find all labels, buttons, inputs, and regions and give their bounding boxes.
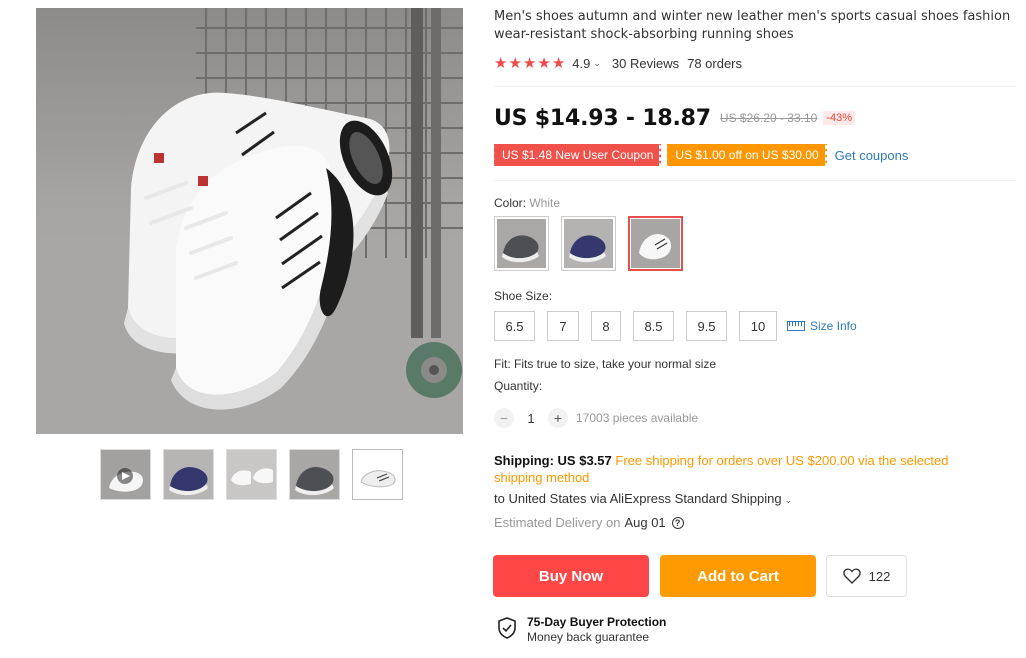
star-icon: ★: [551, 54, 566, 72]
size-options: 6.5 7 8 8.5 9.5 10 Size Info: [494, 311, 857, 341]
size-option[interactable]: 7: [547, 311, 579, 341]
color-option-white[interactable]: [628, 216, 683, 271]
color-label: Color: White: [494, 196, 560, 210]
ruler-icon: [787, 321, 805, 331]
size-option[interactable]: 8: [591, 311, 621, 341]
thumbnail-navy[interactable]: [163, 449, 214, 500]
protection-title: 75-Day Buyer Protection: [527, 615, 667, 629]
thumbnail-gray[interactable]: [289, 449, 340, 500]
divider: [494, 180, 1016, 181]
color-options: [494, 216, 683, 271]
question-icon[interactable]: ?: [671, 516, 684, 529]
divider: [494, 86, 1016, 87]
wishlist-count: 122: [868, 568, 891, 584]
star-icon: ★: [494, 54, 508, 72]
buyer-protection: 75-Day Buyer Protection Money back guara…: [497, 615, 666, 645]
star-rating: ★ ★ ★ ★ ★: [494, 56, 565, 71]
star-icon: ★: [537, 54, 551, 72]
available-stock: 17003 pieces available: [576, 411, 699, 425]
discount-badge: -43%: [823, 111, 855, 125]
quantity-stepper: − + 17003 pieces available: [494, 407, 698, 429]
chevron-down-icon[interactable]: ⌄: [593, 58, 601, 69]
ship-to-text: to United States via AliExpress Standard…: [494, 491, 782, 506]
orders-count: 78 orders: [687, 55, 743, 71]
coupon-row: US $1.48 New User Coupon US $1.00 off on…: [491, 144, 909, 166]
size-label: Shoe Size:: [494, 289, 553, 303]
color-option-gray[interactable]: [494, 216, 549, 271]
quantity-input[interactable]: [514, 410, 548, 426]
size-info-link[interactable]: Size Info: [787, 319, 857, 333]
quantity-increase-button[interactable]: +: [548, 408, 568, 428]
add-to-cart-button[interactable]: Add to Cart: [660, 555, 816, 597]
main-product-image[interactable]: [36, 8, 463, 434]
shield-check-icon: [497, 616, 517, 644]
protection-subtitle: Money back guarantee: [527, 630, 650, 644]
thumbnail-strip: [100, 449, 403, 500]
selected-color: White: [529, 196, 561, 210]
fit-note: Fit: Fits true to size, take your normal…: [494, 357, 717, 371]
store-coupon[interactable]: US $1.00 off on US $30.00: [665, 144, 829, 166]
size-option[interactable]: 6.5: [494, 311, 535, 341]
ship-to-selector[interactable]: to United States via AliExpress Standard…: [494, 491, 792, 506]
price-row: US $14.93 - 18.87 US $26.20 - 33.10 -43%: [494, 104, 855, 132]
thumbnail-video[interactable]: [100, 449, 151, 500]
shipping-info: Shipping: US $3.57 Free shipping for ord…: [494, 452, 994, 486]
rating-row: ★ ★ ★ ★ ★ 4.9 ⌄ 30 Reviews 78 orders: [494, 54, 742, 72]
delivery-date: Aug 01: [624, 515, 666, 530]
thumbnail-white-pair[interactable]: [226, 449, 277, 500]
current-price: US $14.93 - 18.87: [494, 105, 711, 131]
size-option[interactable]: 9.5: [686, 311, 727, 341]
size-option[interactable]: 10: [739, 311, 777, 341]
reviews-link[interactable]: 30 Reviews: [612, 56, 679, 71]
estimated-delivery: Estimated Delivery on Aug 01 ?: [494, 515, 684, 530]
quantity-label: Quantity:: [494, 379, 543, 393]
product-title: Men's shoes autumn and winter new leathe…: [494, 9, 1011, 42]
heart-icon: [842, 568, 861, 584]
star-icon: ★: [522, 54, 537, 72]
delivery-label: Estimated Delivery on: [494, 515, 621, 530]
new-user-coupon[interactable]: US $1.48 New User Coupon: [491, 144, 664, 166]
size-option[interactable]: 8.5: [633, 311, 674, 341]
chevron-down-icon: ⌄: [784, 495, 793, 505]
color-option-navy[interactable]: [561, 216, 616, 271]
wishlist-button[interactable]: 122: [826, 555, 907, 597]
color-label-text: Color:: [494, 196, 527, 210]
buy-now-button[interactable]: Buy Now: [493, 555, 649, 597]
quantity-decrease-button[interactable]: −: [494, 408, 514, 428]
original-price: US $26.20 - 33.10: [719, 111, 818, 125]
action-buttons: Buy Now Add to Cart 122: [493, 555, 907, 597]
thumbnail-white[interactable]: [352, 449, 403, 500]
shipping-cost: Shipping: US $3.57: [494, 453, 612, 468]
star-icon: ★: [508, 54, 522, 72]
rating-value[interactable]: 4.9: [572, 56, 590, 71]
get-coupons-link[interactable]: Get coupons: [835, 148, 909, 163]
size-info-label: Size Info: [810, 319, 857, 333]
